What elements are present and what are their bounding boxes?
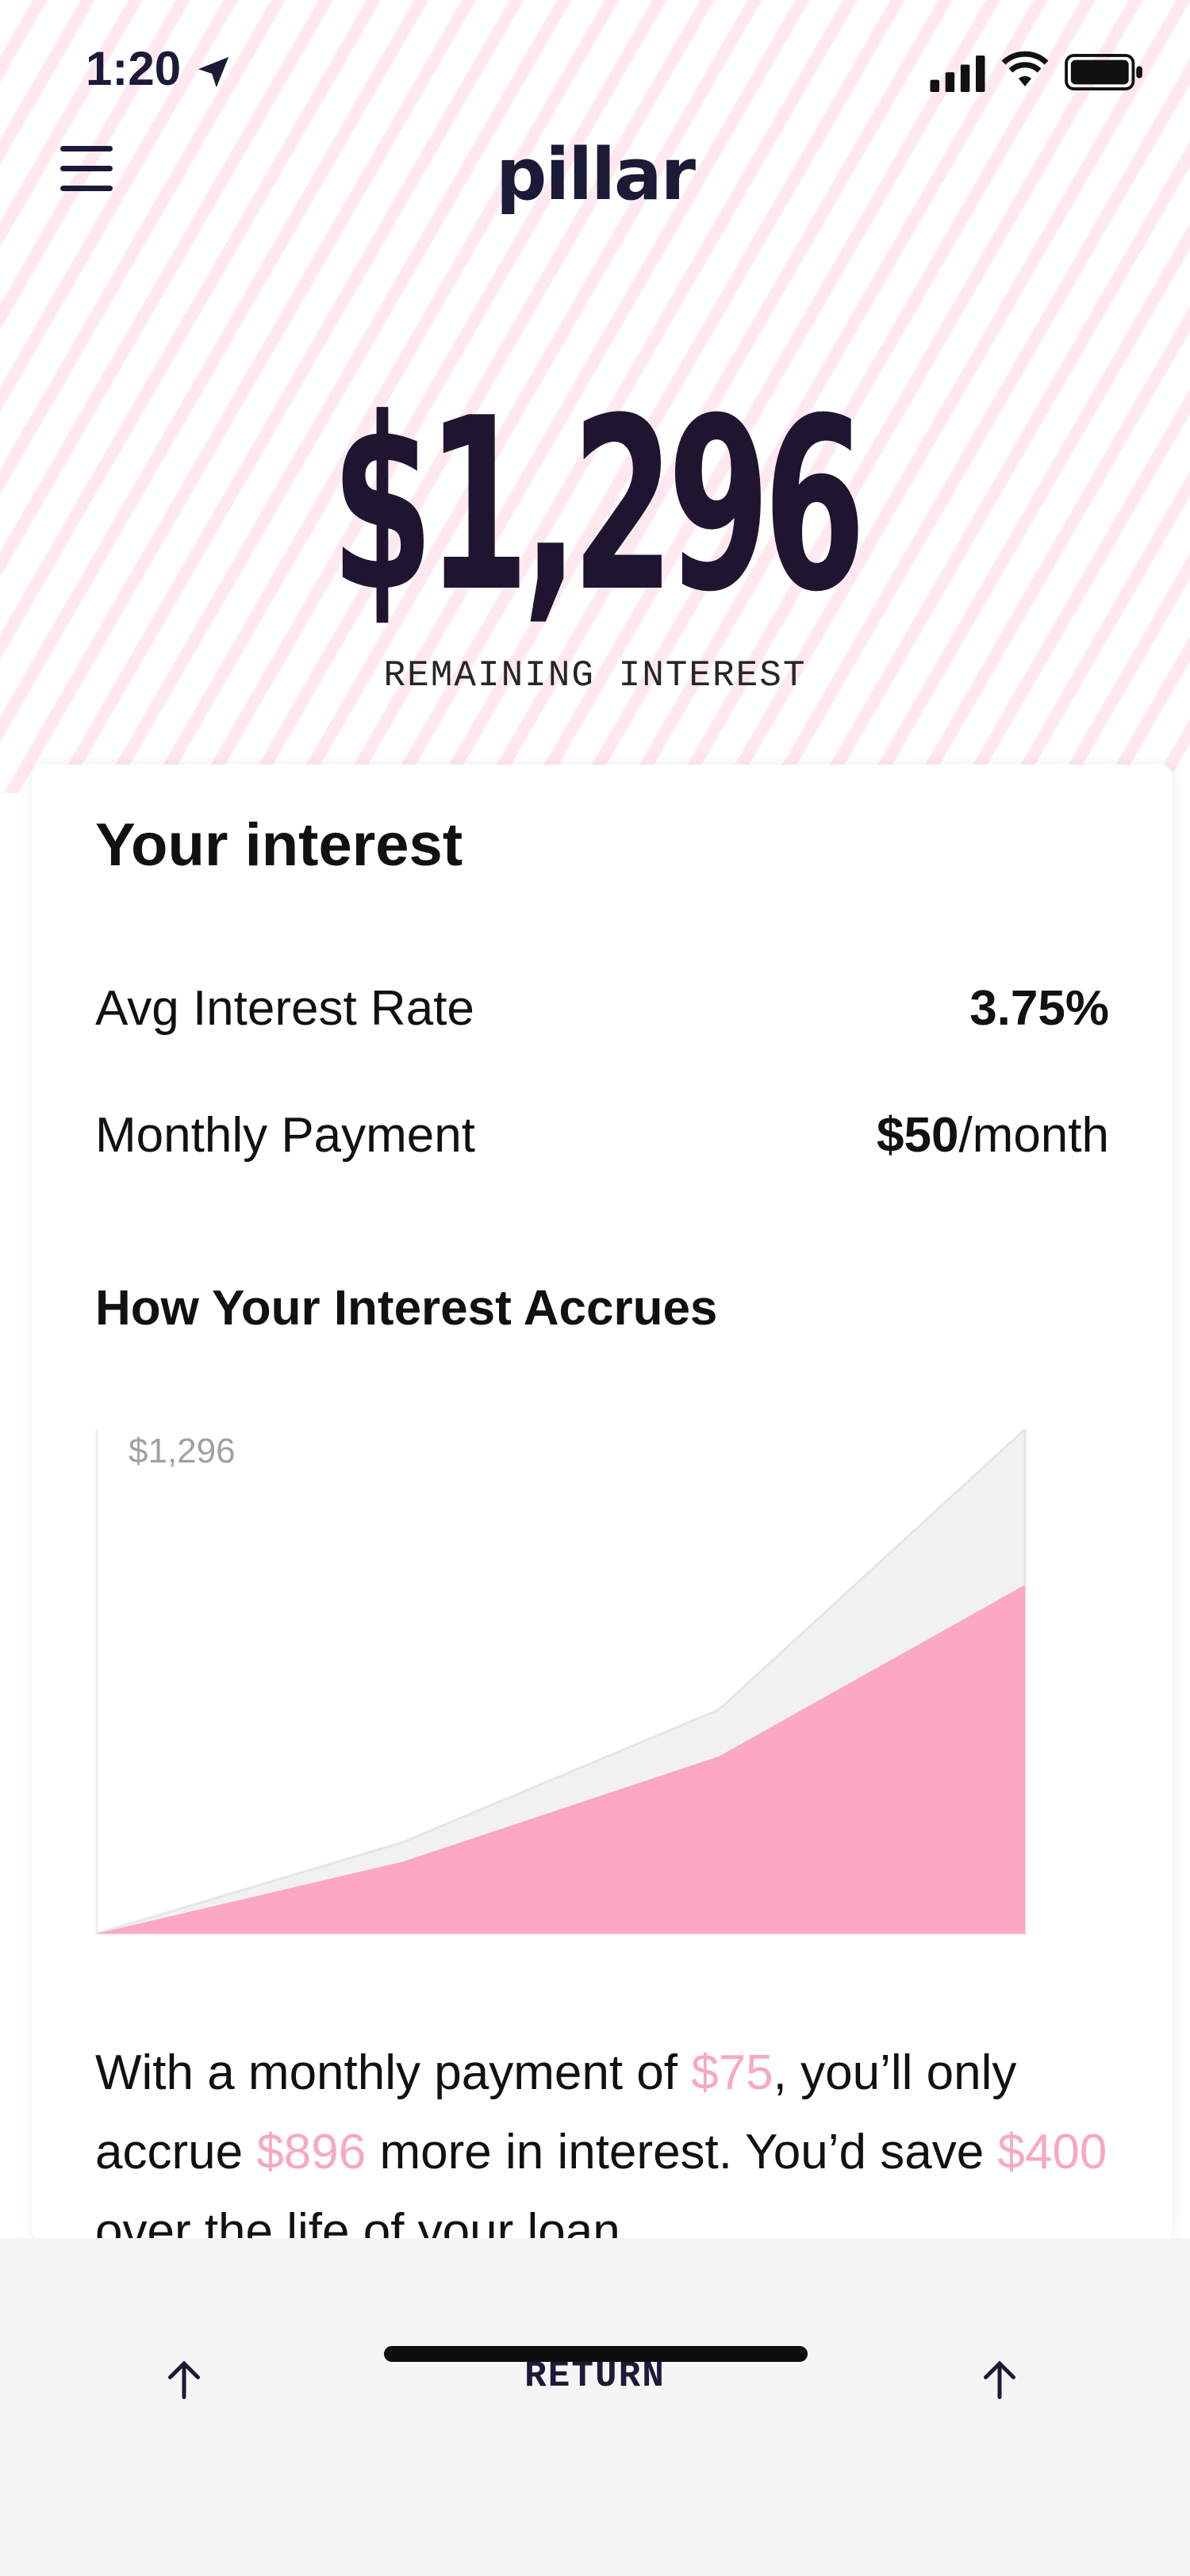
- home-indicator: [384, 2346, 808, 2362]
- payment-blurb: With a monthly payment of $75, you’ll on…: [95, 2034, 1142, 2271]
- bottom-toolbar: RETURN: [0, 2238, 1190, 2576]
- blurb-payment-amount: $75: [691, 2045, 774, 2100]
- blurb-text: With a monthly payment of: [95, 2045, 692, 2100]
- monthly-payment-suffix: /month: [958, 1108, 1109, 1163]
- remaining-interest-caption: REMAINING INTEREST: [383, 655, 807, 696]
- monthly-payment-label: Monthly Payment: [95, 1108, 475, 1163]
- chart-title: How Your Interest Accrues: [95, 1281, 718, 1336]
- wifi-icon: [1001, 51, 1049, 86]
- cellular-signal-icon: [930, 56, 985, 92]
- status-bar: 1:20: [0, 0, 1190, 143]
- arrow-up-icon[interactable]: [976, 2356, 1023, 2403]
- blurb-accrue-amount: $896: [256, 2125, 367, 2179]
- location-arrow-icon: [198, 56, 229, 88]
- battery-icon: [1065, 54, 1142, 90]
- interest-card: Your interest Avg Interest Rate 3.75% Mo…: [32, 765, 1173, 2259]
- blurb-text: more in interest. You’d save: [366, 2125, 998, 2179]
- avg-interest-rate-number: 3.75%: [969, 981, 1109, 1036]
- pillar-logo: pillar: [495, 133, 696, 217]
- status-time: 1:20: [86, 42, 182, 95]
- card-title: Your interest: [95, 811, 463, 879]
- avg-interest-rate-value: 3.75%: [969, 980, 1109, 1037]
- monthly-payment-amount: $50: [877, 1108, 959, 1163]
- chart-max-label: $1,296: [129, 1432, 236, 1470]
- remaining-interest-amount: $1,296: [331, 367, 866, 644]
- avg-interest-rate-label: Avg Interest Rate: [95, 981, 474, 1036]
- blurb-savings-amount: $400: [997, 2125, 1107, 2179]
- interest-accrual-chart: $1,296: [95, 1429, 1027, 1935]
- monthly-payment-value: $50/month: [877, 1107, 1109, 1163]
